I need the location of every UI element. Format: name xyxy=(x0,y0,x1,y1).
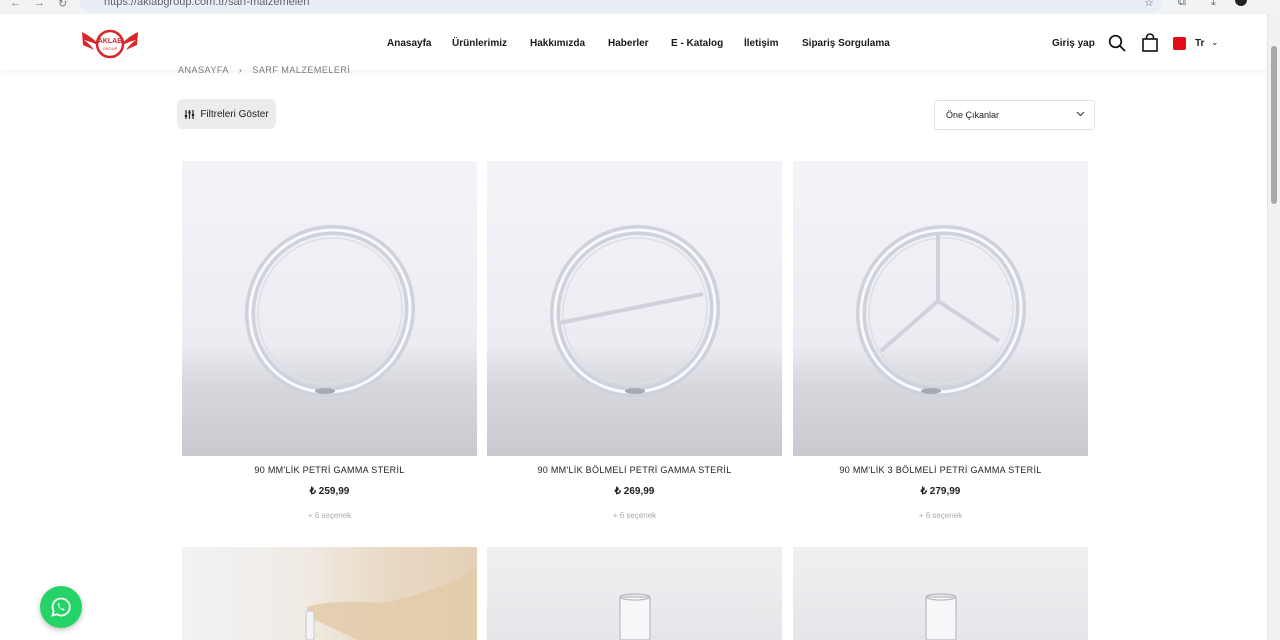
breadcrumb-current: SARF MALZEMELERİ xyxy=(252,65,351,75)
product-image[interactable] xyxy=(487,161,782,456)
filter-sliders-icon xyxy=(185,109,195,119)
breadcrumb: ANASAYFA › SARF MALZEMELERİ xyxy=(178,65,350,75)
product-title[interactable]: 90 MM'LİK PETRİ GAMMA STERİL xyxy=(182,465,477,475)
test-tube-image xyxy=(619,593,651,640)
product-price: ₺ 259,99 xyxy=(309,486,350,497)
product-image[interactable] xyxy=(182,161,477,456)
extensions-icon[interactable]: ⧉ xyxy=(1178,0,1186,9)
petri-dish-image xyxy=(245,224,415,398)
download-icon[interactable]: ⤓ xyxy=(1211,0,1216,9)
product-options[interactable]: + 6 seçenek xyxy=(793,511,1088,520)
show-filters-label: Filtreleri Göster xyxy=(200,108,269,120)
breadcrumb-separator: › xyxy=(238,65,243,75)
product-image[interactable] xyxy=(793,161,1088,456)
product-options[interactable]: + 6 seçenek xyxy=(182,511,477,520)
browser-chrome: ← → ↻ https://aklabgroup.com.tr/sarf-mal… xyxy=(0,0,1280,15)
forward-icon[interactable]: → xyxy=(34,0,45,9)
nav-haberler[interactable]: Haberler xyxy=(608,38,649,49)
nav-iletisim[interactable]: İletişim xyxy=(744,38,778,49)
search-icon[interactable] xyxy=(1108,34,1126,52)
product-image[interactable] xyxy=(487,547,782,640)
hand-holding-tube-image xyxy=(305,567,477,640)
product-title[interactable]: 90 MM'LİK 3 BÖLMELİ PETRİ GAMMA STERİL xyxy=(793,465,1088,475)
product-price: ₺ 279,99 xyxy=(920,486,961,497)
nav-hakkimizda[interactable]: Hakkımızda xyxy=(530,38,585,49)
bookmark-star-icon[interactable]: ☆ xyxy=(1144,0,1154,9)
sort-selected-value: Öne Çıkanlar xyxy=(946,110,1000,120)
whatsapp-icon xyxy=(51,597,71,617)
three-section-petri-dish-image xyxy=(856,224,1026,398)
breadcrumb-home[interactable]: ANASAYFA xyxy=(178,65,229,75)
nav-siparis-sorgulama[interactable]: Sipariş Sorgulama xyxy=(802,38,890,49)
product-image[interactable] xyxy=(793,547,1088,640)
login-link[interactable]: Giriş yap xyxy=(1052,38,1095,49)
whatsapp-button[interactable] xyxy=(40,586,82,628)
nav-urunlerimiz[interactable]: Ürünlerimiz xyxy=(452,38,507,49)
profile-avatar[interactable] xyxy=(1235,0,1247,6)
product-options[interactable]: + 6 seçenek xyxy=(487,511,782,520)
reload-icon[interactable]: ↻ xyxy=(58,0,67,10)
nav-anasayfa[interactable]: Anasayfa xyxy=(387,38,431,49)
back-icon[interactable]: ← xyxy=(10,0,21,9)
divided-petri-dish-image xyxy=(550,224,720,398)
chevron-down-icon xyxy=(1076,111,1085,117)
product-price: ₺ 269,99 xyxy=(614,486,655,497)
shopping-bag-icon[interactable] xyxy=(1141,33,1159,52)
site-header: AKLAB GROUP Anasayfa Ürünlerimiz Hakkımı… xyxy=(0,14,1268,70)
test-tube-image xyxy=(925,593,957,640)
nav-e-katalog[interactable]: E - Katalog xyxy=(671,38,723,49)
turkey-flag-icon[interactable] xyxy=(1173,37,1186,50)
language-selector[interactable]: Tr xyxy=(1195,38,1204,49)
chevron-down-icon[interactable]: ⌄ xyxy=(1211,37,1219,48)
product-image[interactable] xyxy=(182,547,477,640)
sort-select[interactable]: Öne Çıkanlar xyxy=(934,100,1095,130)
product-title[interactable]: 90 MM'LİK BÖLMELİ PETRİ GAMMA STERİL xyxy=(487,465,782,475)
address-url[interactable]: https://aklabgroup.com.tr/sarf-malzemele… xyxy=(104,0,309,8)
scrollbar-thumb[interactable] xyxy=(1271,46,1277,204)
show-filters-button[interactable]: Filtreleri Göster xyxy=(177,99,276,129)
